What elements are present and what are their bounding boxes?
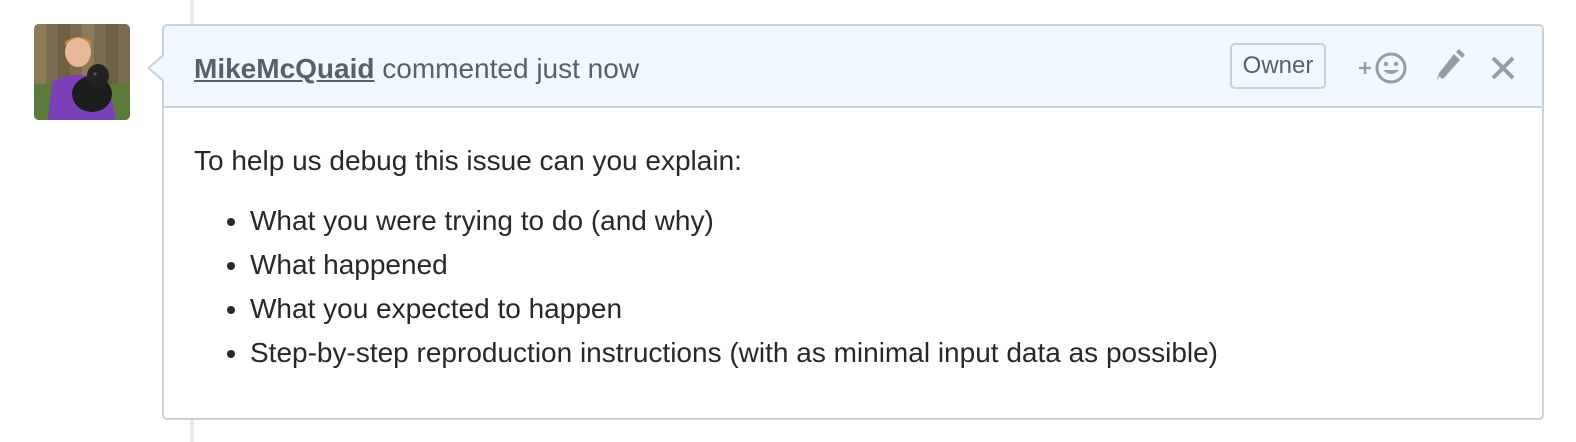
add-reaction-button[interactable]	[1356, 48, 1410, 88]
avatar-image	[34, 24, 130, 120]
close-icon	[1491, 56, 1515, 80]
edit-button[interactable]	[1432, 48, 1466, 88]
list-item: What you were trying to do (and why)	[250, 204, 1512, 238]
comment-box: MikeMcQuaid commented just now Owner To …	[147, 24, 1544, 420]
list-item: Step-by-step reproduction instructions (…	[250, 336, 1512, 370]
issue-timeline: MikeMcQuaid commented just now Owner To …	[0, 0, 1576, 442]
comment-body: To help us debug this issue can you expl…	[164, 108, 1542, 370]
comment-header: MikeMcQuaid commented just now Owner	[164, 26, 1542, 108]
avatar[interactable]	[34, 24, 130, 120]
comment-list: What you were trying to do (and why) Wha…	[194, 204, 1512, 370]
comment-meta: MikeMcQuaid commented just now	[194, 52, 639, 86]
owner-badge: Owner	[1230, 43, 1326, 89]
comment-intro: To help us debug this issue can you expl…	[194, 145, 742, 176]
add-reaction-icon	[1359, 52, 1407, 84]
delete-button[interactable]	[1486, 48, 1520, 88]
pencil-icon	[1437, 49, 1465, 80]
author-link[interactable]: MikeMcQuaid	[194, 53, 374, 84]
comment-timestamp[interactable]: commented just now	[382, 53, 639, 84]
list-item: What you expected to happen	[250, 292, 1512, 326]
comment-caret-fill	[150, 56, 164, 80]
list-item: What happened	[250, 248, 1512, 282]
